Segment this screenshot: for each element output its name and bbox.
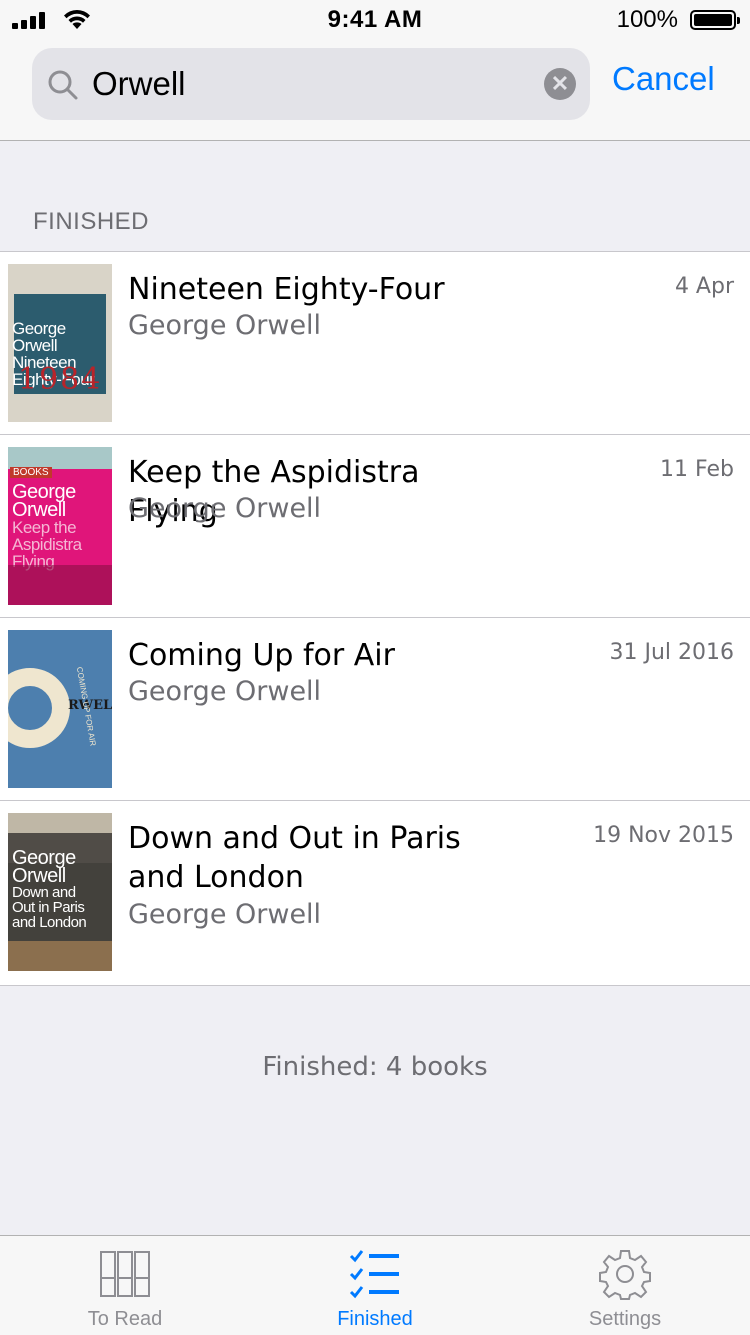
book-author: George Orwell	[128, 493, 322, 524]
search-icon	[48, 70, 78, 100]
tab-bar: To Read Finished Settings	[0, 1235, 750, 1335]
cover-text-line: Down and	[12, 884, 76, 901]
cover-text-line: Orwell	[12, 499, 66, 521]
finished-count: Finished: 4 books	[262, 1052, 488, 1082]
book-author: George Orwell	[128, 310, 322, 341]
book-author: George Orwell	[128, 676, 322, 707]
book-cover: RWELL COMING UP FOR AIR	[8, 630, 112, 788]
section-header: FINISHED	[33, 208, 150, 235]
cancel-button[interactable]: Cancel	[612, 60, 715, 98]
cover-text-line: and London	[12, 914, 87, 931]
cover-text-line: George	[12, 319, 66, 338]
book-cover: BOOKS George Orwell Keep the Aspidistra …	[8, 447, 112, 605]
book-row[interactable]: George Orwell Nineteen Eighty-Four 1984 …	[0, 252, 750, 435]
search-input[interactable]	[92, 58, 532, 110]
book-row[interactable]: BOOKS George Orwell Keep the Aspidistra …	[0, 435, 750, 618]
battery-icon	[690, 10, 740, 30]
cover-mark: 1984	[18, 362, 103, 397]
tab-to-read[interactable]: To Read	[0, 1236, 250, 1335]
book-cover: George Orwell Nineteen Eighty-Four 1984	[8, 264, 112, 422]
book-row[interactable]: George Orwell Down and Out in Paris and …	[0, 801, 750, 985]
book-finished-date: 19 Nov 2015	[593, 823, 734, 848]
checklist-icon	[349, 1250, 399, 1299]
book-title: Down and Out in Paris and London	[128, 821, 461, 895]
cover-text-line: Keep the	[12, 518, 77, 537]
tab-settings[interactable]: Settings	[500, 1236, 750, 1335]
battery-percentage: 100%	[616, 6, 678, 33]
cover-text-line: Orwell	[12, 336, 58, 355]
cover-mark: BOOKS	[10, 467, 52, 478]
book-finished-date: 4 Apr	[674, 274, 734, 299]
tab-label: Finished	[337, 1308, 413, 1330]
search-field[interactable]: ✕	[32, 48, 590, 120]
status-bar: 9:41 AM 100%	[0, 0, 750, 40]
books-icon	[100, 1251, 150, 1297]
gear-icon	[599, 1250, 651, 1300]
cover-text-line: Orwell	[12, 865, 66, 887]
clear-search-icon[interactable]: ✕	[544, 68, 576, 100]
cover-text-line: Out in Paris	[12, 899, 85, 916]
book-title: Nineteen Eighty-Four	[128, 272, 445, 307]
book-row[interactable]: RWELL COMING UP FOR AIR Coming Up for Ai…	[0, 618, 750, 801]
book-finished-date: 31 Jul 2016	[609, 640, 734, 665]
tab-finished[interactable]: Finished	[250, 1236, 500, 1335]
book-list: George Orwell Nineteen Eighty-Four 1984 …	[0, 251, 750, 986]
cover-text-line: Aspidistra	[12, 535, 82, 554]
tab-label: Settings	[588, 1308, 662, 1330]
book-cover: George Orwell Down and Out in Paris and …	[8, 813, 112, 971]
book-finished-date: 11 Feb	[660, 457, 734, 482]
book-author: George Orwell	[128, 899, 322, 930]
tab-label: To Read	[87, 1308, 163, 1330]
book-title: Coming Up for Air	[128, 638, 395, 673]
search-header: ✕ Cancel	[0, 40, 750, 141]
